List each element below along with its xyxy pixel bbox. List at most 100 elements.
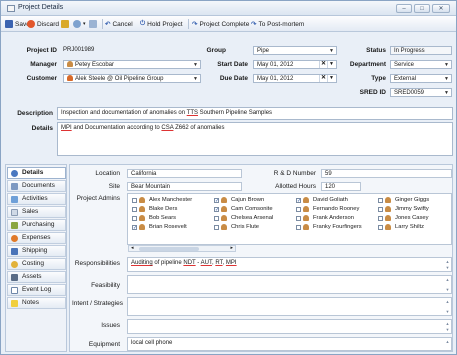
checkbox[interactable]	[378, 197, 383, 203]
admin-checkbox[interactable]: Chelsea Arsenal	[214, 215, 273, 221]
scroll-down-icon[interactable]: ▼	[445, 309, 450, 314]
checkbox[interactable]	[214, 215, 219, 221]
user-icon	[221, 215, 227, 221]
description-label: Description	[17, 110, 53, 117]
scroll-down-icon[interactable]: ▼	[445, 265, 450, 270]
nav-costing[interactable]: Costing	[7, 258, 66, 270]
checkbox[interactable]	[378, 215, 383, 221]
minimize-button[interactable]: –	[396, 4, 412, 13]
checkbox-checked[interactable]: ✓	[214, 206, 219, 212]
admin-checkbox[interactable]: Fernando Rooney	[296, 206, 359, 212]
site-field[interactable]: Bear Mountain	[127, 182, 242, 191]
location-field[interactable]: California	[127, 169, 242, 178]
chevron-down-icon[interactable]: ▼	[327, 75, 335, 82]
description-field[interactable]: Inspection and documentation of anomalie…	[57, 107, 453, 120]
admin-checkbox[interactable]: Alex Manchester	[132, 197, 192, 203]
nav-notes[interactable]: Notes	[7, 297, 66, 309]
admin-checkbox[interactable]: Jones Casey	[378, 215, 429, 221]
close-button[interactable]: ✕	[432, 4, 450, 13]
manager-select[interactable]: Petey Escobar ▼	[63, 60, 201, 69]
admin-checkbox[interactable]: ✓ Brian Rosevelt	[132, 224, 187, 230]
admin-checkbox[interactable]: Blake Ders	[132, 206, 177, 212]
checkbox-checked[interactable]: ✓	[214, 197, 219, 203]
scrollbar-thumb[interactable]	[139, 247, 199, 251]
checkbox[interactable]	[132, 206, 137, 212]
cancel-button[interactable]: ↶ Cancel	[105, 19, 133, 29]
sales-icon	[11, 209, 18, 216]
search-menu-button[interactable]: ▾	[73, 19, 86, 29]
customer-select[interactable]: Alek Steele @ Oil Pipeline Group ▼	[63, 74, 201, 83]
admin-checkbox[interactable]: Ginger Giggs	[378, 197, 429, 203]
admin-checkbox[interactable]: Bob Sears	[132, 215, 176, 221]
clear-date-icon[interactable]: ✕	[319, 61, 327, 68]
scroll-up-icon[interactable]: ▲	[445, 339, 450, 344]
start-date-field[interactable]: May 01, 2012 ✕ ▼	[253, 60, 337, 69]
nav-sales[interactable]: Sales	[7, 206, 66, 218]
scroll-right-icon[interactable]: ▸	[230, 245, 233, 251]
rd-number-field[interactable]: 59	[321, 169, 452, 178]
customer-icon	[67, 75, 73, 81]
scroll-down-icon[interactable]: ▼	[445, 287, 450, 292]
details-field[interactable]: MPI and Documentation according to CSA Z…	[57, 122, 453, 156]
scroll-up-icon[interactable]: ▲	[445, 321, 450, 326]
discard-button[interactable]: Discard	[27, 19, 59, 29]
equipment-field[interactable]: local cell phone ▲	[127, 337, 452, 351]
responsibilities-field[interactable]: Auditing of pipeline NDT - AUT, RT, MPI …	[127, 257, 452, 272]
allotted-hours-label: Allotted Hours	[275, 183, 316, 190]
scroll-left-icon[interactable]: ◂	[131, 245, 134, 251]
hold-project-button[interactable]: ⏻ Hold Project	[140, 19, 183, 29]
sred-id-select[interactable]: SRED0059 ▼	[390, 88, 452, 97]
nav-purchasing[interactable]: Purchasing	[7, 219, 66, 231]
checkbox[interactable]	[132, 215, 137, 221]
maximize-button[interactable]: □	[414, 4, 430, 13]
admin-checkbox[interactable]: Frank Anderson	[296, 215, 354, 221]
grid-button[interactable]	[89, 19, 97, 29]
department-select[interactable]: Service ▼	[390, 60, 452, 69]
intent-strategies-field[interactable]: ▲ ▼	[127, 297, 452, 316]
checkbox[interactable]	[378, 206, 383, 212]
scroll-up-icon[interactable]: ▲	[445, 277, 450, 282]
admin-checkbox[interactable]: ✓ Cam Comsonite	[214, 206, 273, 212]
to-post-mortem-button[interactable]: ↷ To Post-mortem	[251, 19, 304, 29]
sred-id-label: SRED ID	[359, 89, 386, 96]
admin-checkbox[interactable]: ✓ Cajun Brown	[214, 197, 264, 203]
checkbox[interactable]	[296, 215, 301, 221]
checkbox[interactable]	[296, 206, 301, 212]
nav-documents[interactable]: Documents	[7, 180, 66, 192]
scroll-down-icon[interactable]: ▼	[445, 327, 450, 332]
nav-expenses[interactable]: Expenses	[7, 232, 66, 244]
admin-checkbox[interactable]: Larry Shiltz	[378, 224, 424, 230]
admin-checkbox[interactable]: Jimmy Swifty	[378, 206, 429, 212]
scroll-up-icon[interactable]: ▲	[445, 299, 450, 304]
chevron-down-icon: ▾	[83, 21, 86, 27]
department-label: Department	[349, 61, 386, 68]
scroll-up-icon[interactable]: ▲	[445, 259, 450, 264]
admins-horizontal-scrollbar[interactable]: ◂ ▸	[128, 245, 236, 252]
checkbox-checked[interactable]: ✓	[296, 197, 301, 203]
admin-checkbox[interactable]: Chris Flute	[214, 224, 259, 230]
due-date-field[interactable]: May 01, 2012 ✕ ▼	[253, 74, 337, 83]
project-complete-button[interactable]: ↷ Project Complete	[192, 19, 249, 29]
allotted-hours-field[interactable]: 120	[321, 182, 361, 191]
checkbox[interactable]	[378, 224, 383, 230]
nav-event-log[interactable]: Event Log	[7, 284, 66, 296]
nav-shipping[interactable]: Shipping	[7, 245, 66, 257]
broom-button[interactable]	[61, 19, 69, 29]
broom-icon	[61, 20, 69, 28]
checkbox-checked[interactable]: ✓	[132, 224, 137, 230]
checkbox[interactable]	[214, 224, 219, 230]
admin-checkbox[interactable]: Franky Fourfingers	[296, 224, 362, 230]
checkbox[interactable]	[132, 197, 137, 203]
clear-date-icon[interactable]: ✕	[319, 75, 327, 82]
nav-assets[interactable]: Assets	[7, 271, 66, 283]
issues-field[interactable]: ▲ ▼	[127, 319, 452, 334]
responsibilities-label: Responsibilities	[74, 260, 120, 267]
nav-details[interactable]: Details	[7, 167, 66, 179]
chevron-down-icon[interactable]: ▼	[327, 61, 335, 68]
admin-checkbox[interactable]: ✓ David Goliath	[296, 197, 348, 203]
nav-activities[interactable]: Activities	[7, 193, 66, 205]
checkbox[interactable]	[296, 224, 301, 230]
group-select[interactable]: Pipe ▼	[253, 46, 337, 55]
type-select[interactable]: External ▼	[390, 74, 452, 83]
feasibility-field[interactable]: ▲ ▼	[127, 275, 452, 294]
